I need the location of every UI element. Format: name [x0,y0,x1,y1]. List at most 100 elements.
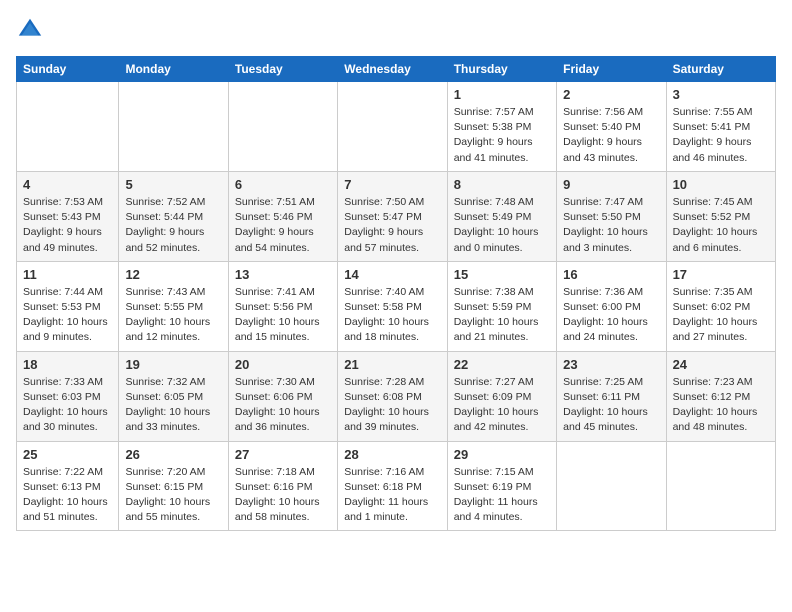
calendar-cell: 17 Sunrise: 7:35 AM Sunset: 6:02 PM Dayli… [666,261,775,351]
day-number: 24 [673,357,769,372]
calendar-cell: 25 Sunrise: 7:22 AM Sunset: 6:13 PM Dayli… [17,441,119,531]
day-info: Sunrise: 7:35 AM Sunset: 6:02 PM Dayligh… [673,285,769,346]
calendar-cell: 22 Sunrise: 7:27 AM Sunset: 6:09 PM Dayli… [447,351,556,441]
calendar-cell [228,82,337,172]
calendar-cell [557,441,666,531]
day-number: 23 [563,357,659,372]
column-header-friday: Friday [557,57,666,82]
day-number: 27 [235,447,331,462]
day-info: Sunrise: 7:33 AM Sunset: 6:03 PM Dayligh… [23,375,112,436]
day-number: 8 [454,177,550,192]
calendar-cell: 23Sunrise: 7:25 AM Sunset: 6:11 PM Dayli… [557,351,666,441]
calendar-cell: 9 Sunrise: 7:47 AM Sunset: 5:50 PM Daylig… [557,171,666,261]
day-number: 15 [454,267,550,282]
calendar-week-row: 18 Sunrise: 7:33 AM Sunset: 6:03 PM Dayli… [17,351,776,441]
calendar-cell: 18 Sunrise: 7:33 AM Sunset: 6:03 PM Dayli… [17,351,119,441]
day-info: Sunrise: 7:56 AM Sunset: 5:40 PM Dayligh… [563,105,659,166]
calendar-cell [666,441,775,531]
day-info: Sunrise: 7:52 AM Sunset: 5:44 PM Dayligh… [125,195,221,256]
day-number: 13 [235,267,331,282]
day-number: 17 [673,267,769,282]
day-number: 21 [344,357,440,372]
day-info: Sunrise: 7:43 AM Sunset: 5:55 PM Dayligh… [125,285,221,346]
day-number: 2 [563,87,659,102]
day-number: 20 [235,357,331,372]
day-info: Sunrise: 7:47 AM Sunset: 5:50 PM Dayligh… [563,195,659,256]
day-info: Sunrise: 7:50 AM Sunset: 5:47 PM Dayligh… [344,195,440,256]
calendar-week-row: 4 Sunrise: 7:53 AM Sunset: 5:43 PM Daylig… [17,171,776,261]
day-info: Sunrise: 7:15 AM Sunset: 6:19 PM Dayligh… [454,465,550,526]
day-info: Sunrise: 7:57 AM Sunset: 5:38 PM Dayligh… [454,105,550,166]
day-info: Sunrise: 7:28 AM Sunset: 6:08 PM Dayligh… [344,375,440,436]
column-header-tuesday: Tuesday [228,57,337,82]
day-info: Sunrise: 7:22 AM Sunset: 6:13 PM Dayligh… [23,465,112,526]
day-info: Sunrise: 7:27 AM Sunset: 6:09 PM Dayligh… [454,375,550,436]
calendar-cell: 13 Sunrise: 7:41 AM Sunset: 5:56 PM Dayli… [228,261,337,351]
day-info: Sunrise: 7:45 AM Sunset: 5:52 PM Dayligh… [673,195,769,256]
calendar-header-row: SundayMondayTuesdayWednesdayThursdayFrid… [17,57,776,82]
day-info: Sunrise: 7:20 AM Sunset: 6:15 PM Dayligh… [125,465,221,526]
day-number: 5 [125,177,221,192]
calendar-cell: 4 Sunrise: 7:53 AM Sunset: 5:43 PM Daylig… [17,171,119,261]
day-number: 12 [125,267,221,282]
day-number: 7 [344,177,440,192]
day-number: 9 [563,177,659,192]
calendar-week-row: 1 Sunrise: 7:57 AM Sunset: 5:38 PM Daylig… [17,82,776,172]
day-info: Sunrise: 7:38 AM Sunset: 5:59 PM Dayligh… [454,285,550,346]
day-number: 6 [235,177,331,192]
calendar-week-row: 11Sunrise: 7:44 AM Sunset: 5:53 PM Dayli… [17,261,776,351]
day-number: 10 [673,177,769,192]
calendar-cell: 5 Sunrise: 7:52 AM Sunset: 5:44 PM Daylig… [119,171,228,261]
day-info: Sunrise: 7:41 AM Sunset: 5:56 PM Dayligh… [235,285,331,346]
calendar-cell: 28 Sunrise: 7:16 AM Sunset: 6:18 PM Dayli… [338,441,447,531]
day-info: Sunrise: 7:51 AM Sunset: 5:46 PM Dayligh… [235,195,331,256]
calendar-cell: 7 Sunrise: 7:50 AM Sunset: 5:47 PM Daylig… [338,171,447,261]
day-number: 11 [23,267,112,282]
day-number: 4 [23,177,112,192]
column-header-monday: Monday [119,57,228,82]
day-number: 3 [673,87,769,102]
page-header [16,16,776,44]
calendar-table: SundayMondayTuesdayWednesdayThursdayFrid… [16,56,776,531]
day-info: Sunrise: 7:30 AM Sunset: 6:06 PM Dayligh… [235,375,331,436]
day-number: 18 [23,357,112,372]
day-number: 25 [23,447,112,462]
day-number: 29 [454,447,550,462]
calendar-cell: 8Sunrise: 7:48 AM Sunset: 5:49 PM Daylig… [447,171,556,261]
day-info: Sunrise: 7:55 AM Sunset: 5:41 PM Dayligh… [673,105,769,166]
calendar-cell: 27 Sunrise: 7:18 AM Sunset: 6:16 PM Dayli… [228,441,337,531]
calendar-cell: 1 Sunrise: 7:57 AM Sunset: 5:38 PM Daylig… [447,82,556,172]
day-number: 1 [454,87,550,102]
column-header-wednesday: Wednesday [338,57,447,82]
day-number: 28 [344,447,440,462]
column-header-saturday: Saturday [666,57,775,82]
calendar-cell: 14Sunrise: 7:40 AM Sunset: 5:58 PM Dayli… [338,261,447,351]
day-info: Sunrise: 7:53 AM Sunset: 5:43 PM Dayligh… [23,195,112,256]
calendar-cell: 11Sunrise: 7:44 AM Sunset: 5:53 PM Dayli… [17,261,119,351]
day-info: Sunrise: 7:32 AM Sunset: 6:05 PM Dayligh… [125,375,221,436]
calendar-cell [17,82,119,172]
calendar-cell: 29 Sunrise: 7:15 AM Sunset: 6:19 PM Dayli… [447,441,556,531]
calendar-week-row: 25 Sunrise: 7:22 AM Sunset: 6:13 PM Dayli… [17,441,776,531]
calendar-cell: 12 Sunrise: 7:43 AM Sunset: 5:55 PM Dayli… [119,261,228,351]
calendar-cell: 2 Sunrise: 7:56 AM Sunset: 5:40 PM Daylig… [557,82,666,172]
column-header-sunday: Sunday [17,57,119,82]
column-header-thursday: Thursday [447,57,556,82]
calendar-cell: 6 Sunrise: 7:51 AM Sunset: 5:46 PM Daylig… [228,171,337,261]
day-number: 19 [125,357,221,372]
day-info: Sunrise: 7:40 AM Sunset: 5:58 PM Dayligh… [344,285,440,346]
calendar-cell: 24 Sunrise: 7:23 AM Sunset: 6:12 PM Dayli… [666,351,775,441]
calendar-cell: 26Sunrise: 7:20 AM Sunset: 6:15 PM Dayli… [119,441,228,531]
calendar-cell: 15 Sunrise: 7:38 AM Sunset: 5:59 PM Dayli… [447,261,556,351]
calendar-cell: 10 Sunrise: 7:45 AM Sunset: 5:52 PM Dayli… [666,171,775,261]
calendar-cell: 21 Sunrise: 7:28 AM Sunset: 6:08 PM Dayli… [338,351,447,441]
calendar-cell [338,82,447,172]
calendar-cell: 3 Sunrise: 7:55 AM Sunset: 5:41 PM Daylig… [666,82,775,172]
day-info: Sunrise: 7:16 AM Sunset: 6:18 PM Dayligh… [344,465,440,526]
calendar-cell: 16Sunrise: 7:36 AM Sunset: 6:00 PM Dayli… [557,261,666,351]
day-info: Sunrise: 7:18 AM Sunset: 6:16 PM Dayligh… [235,465,331,526]
day-info: Sunrise: 7:23 AM Sunset: 6:12 PM Dayligh… [673,375,769,436]
logo-icon [16,16,44,44]
day-info: Sunrise: 7:36 AM Sunset: 6:00 PM Dayligh… [563,285,659,346]
day-number: 22 [454,357,550,372]
